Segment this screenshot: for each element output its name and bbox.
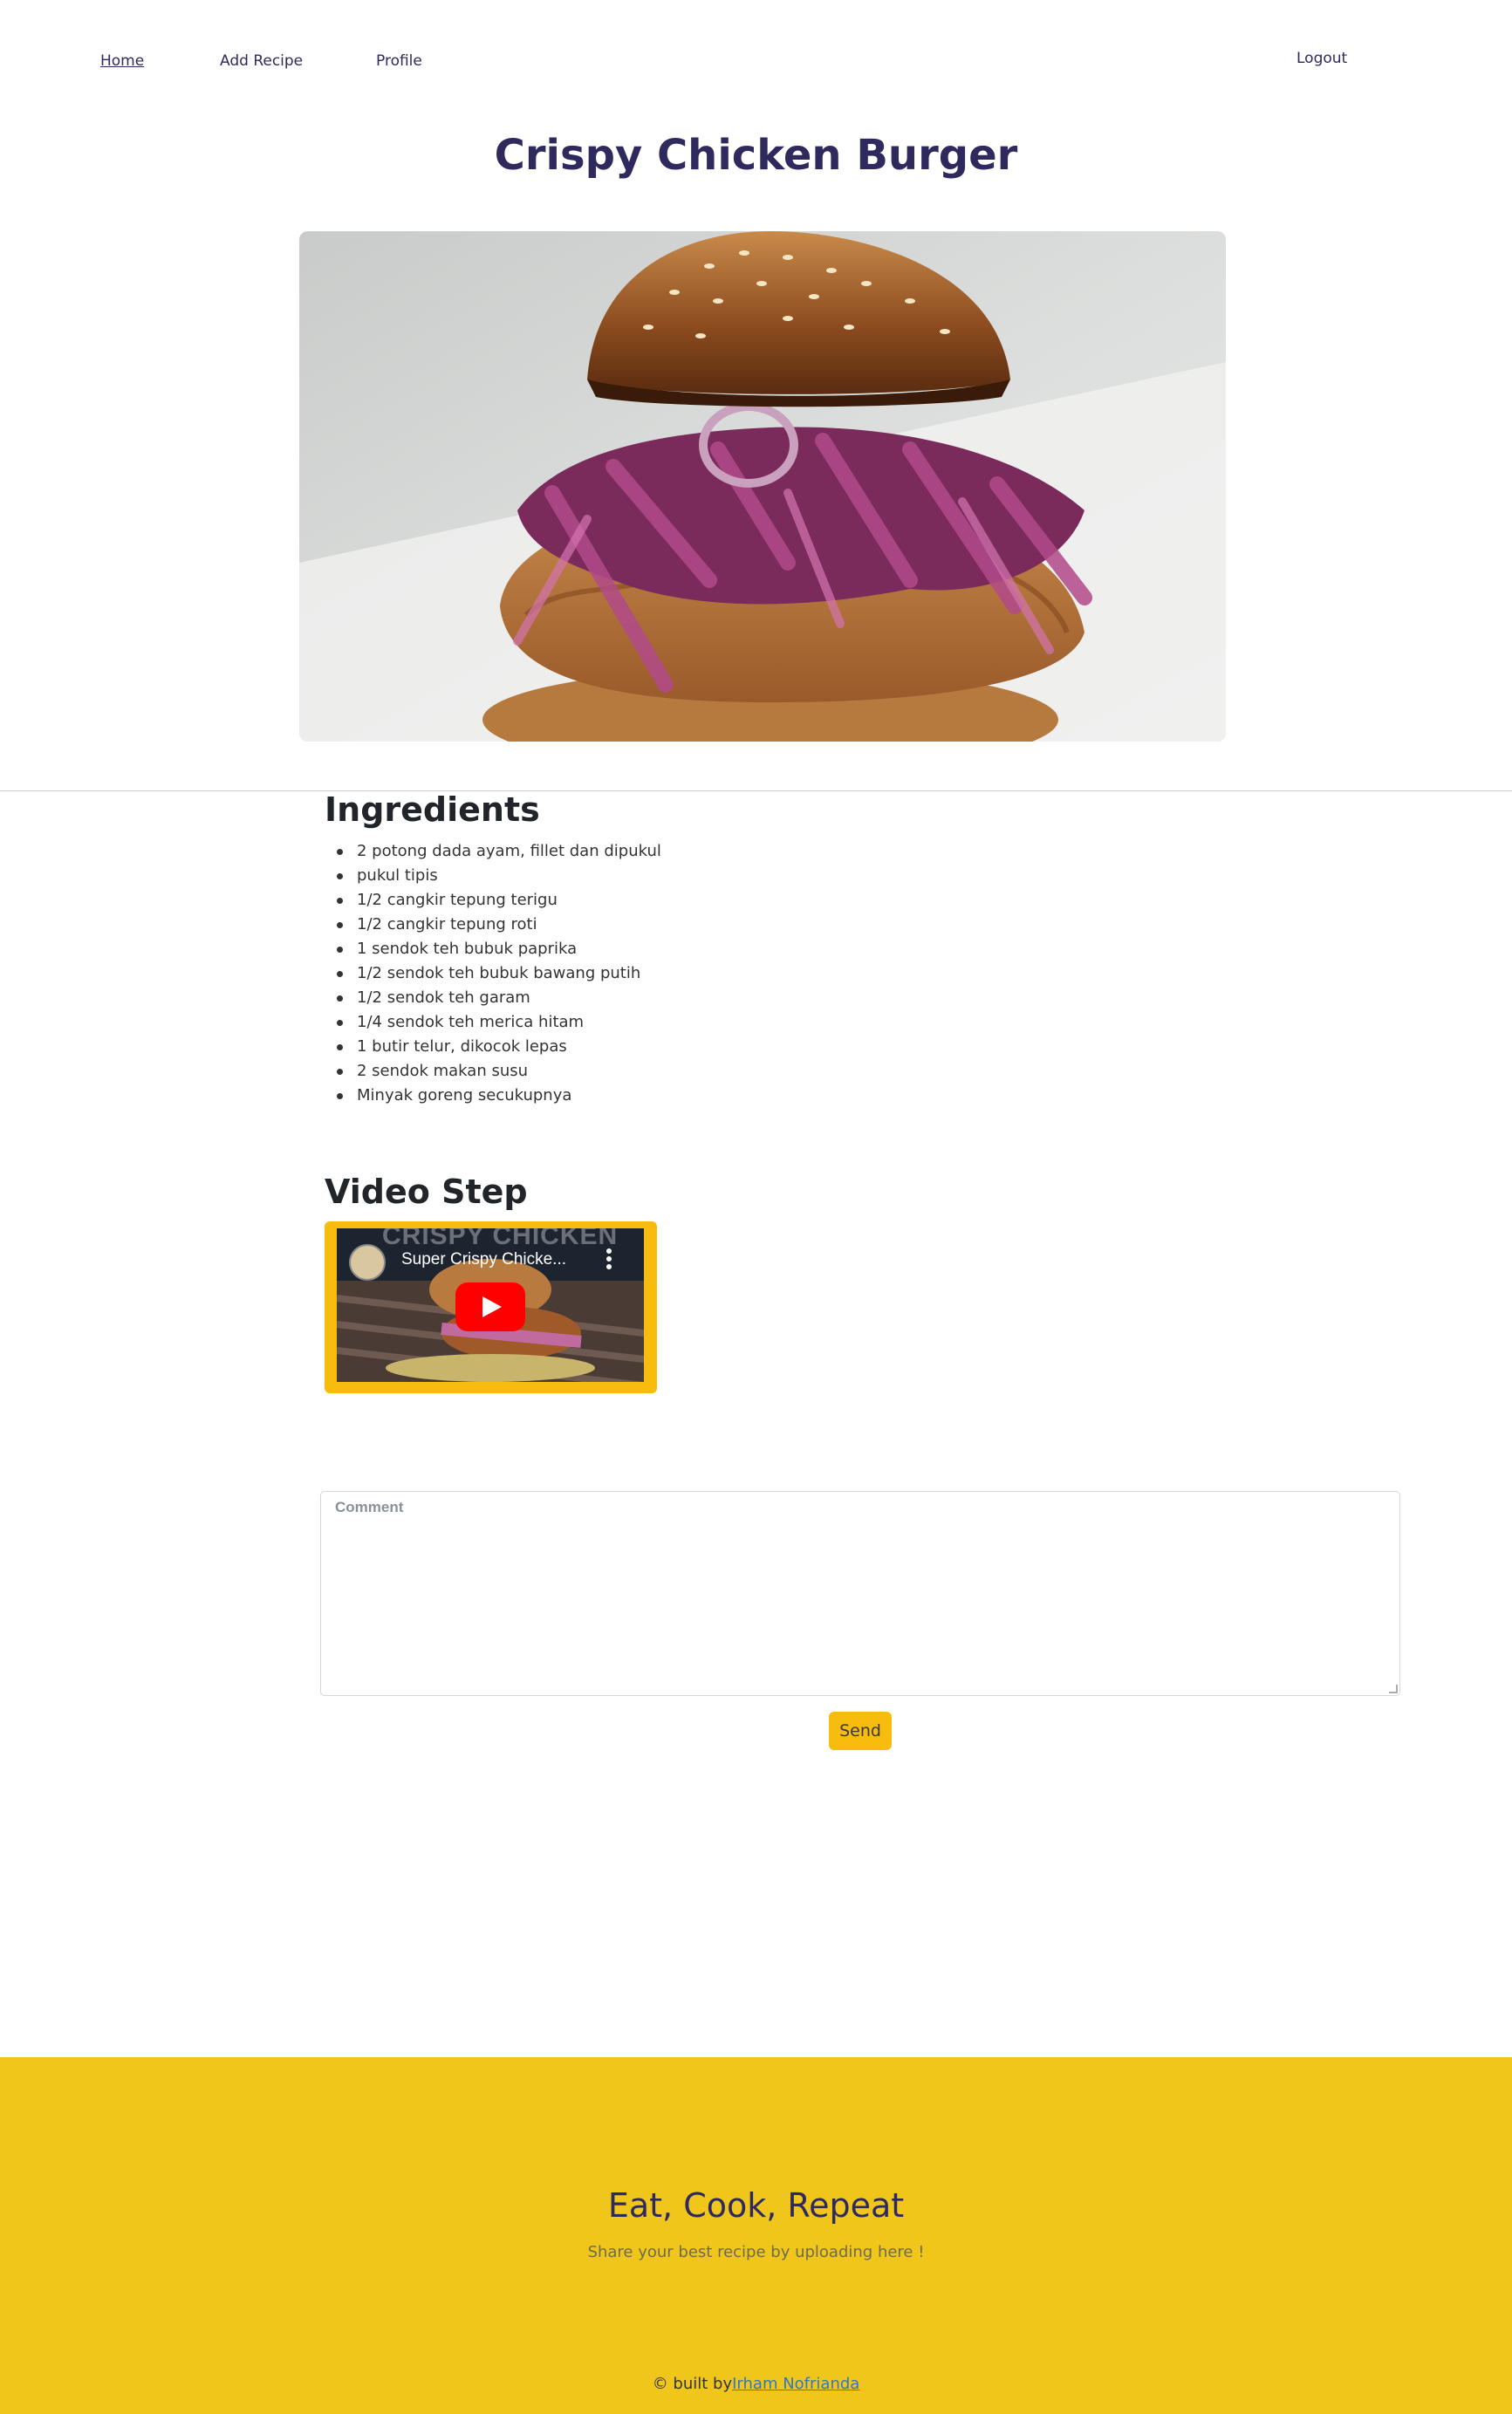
recipe-title: Crispy Chicken Burger <box>494 131 1018 180</box>
footer: Eat, Cook, Repeat Share your best recipe… <box>0 2057 1512 2414</box>
video-overlay-text: CRISPY CHICKEN <box>382 1228 619 1250</box>
comment-textarea[interactable]: Comment <box>320 1491 1400 1696</box>
logout-link[interactable]: Logout <box>1296 50 1347 67</box>
footer-subtitle: Share your best recipe by uploading here… <box>587 2243 925 2261</box>
burger-illustration <box>299 231 1226 742</box>
send-button[interactable]: Send <box>829 1712 892 1750</box>
kebab-menu-icon[interactable] <box>605 1248 612 1270</box>
ingredients-list: 2 potong dada ayam, fillet dan dipukul p… <box>325 839 661 1108</box>
youtube-play-icon[interactable] <box>455 1282 525 1331</box>
section-divider <box>0 790 1512 791</box>
credit-prefix: © built by <box>652 2375 733 2393</box>
ingredient-item: 2 potong dada ayam, fillet dan dipukul <box>325 839 661 864</box>
ingredient-item: 1/2 cangkir tepung terigu <box>325 888 661 913</box>
ingredient-item: 1 butir telur, dikocok lepas <box>325 1035 661 1059</box>
ingredient-item: pukul tipis <box>325 864 661 888</box>
ingredient-item: Minyak goreng secukupnya <box>325 1084 661 1108</box>
channel-avatar[interactable] <box>349 1244 386 1281</box>
ingredient-item: 2 sendok makan susu <box>325 1059 661 1084</box>
nav-profile-link[interactable]: Profile <box>376 52 422 70</box>
ingredients-heading: Ingredients <box>325 790 540 829</box>
footer-credit: © built byIrham Nofrianda <box>0 2375 1512 2393</box>
youtube-embed[interactable]: CRISPY CHICKEN Super Crispy Chicke... <box>337 1228 644 1382</box>
comment-placeholder: Comment <box>335 1499 404 1515</box>
video-step-heading: Video Step <box>325 1173 528 1211</box>
ingredient-item: 1/4 sendok teh merica hitam <box>325 1010 661 1035</box>
ingredient-item: 1/2 cangkir tepung roti <box>325 913 661 937</box>
video-title[interactable]: Super Crispy Chicke... <box>401 1250 566 1269</box>
ingredient-item: 1/2 sendok teh bubuk bawang putih <box>325 961 661 986</box>
footer-title: Eat, Cook, Repeat <box>607 2186 905 2225</box>
nav-home-link[interactable]: Home <box>100 52 144 70</box>
ingredient-item: 1 sendok teh bubuk paprika <box>325 937 661 961</box>
video-embed-container: CRISPY CHICKEN Super Crispy Chicke... <box>325 1221 657 1393</box>
top-navbar: Home Add Recipe Profile Logout <box>0 0 1512 122</box>
recipe-image <box>299 231 1226 742</box>
resize-handle-icon[interactable] <box>1389 1685 1398 1693</box>
ingredient-item: 1/2 sendok teh garam <box>325 986 661 1010</box>
nav-add-recipe-link[interactable]: Add Recipe <box>220 52 303 70</box>
author-link[interactable]: Irham Nofrianda <box>732 2375 859 2393</box>
